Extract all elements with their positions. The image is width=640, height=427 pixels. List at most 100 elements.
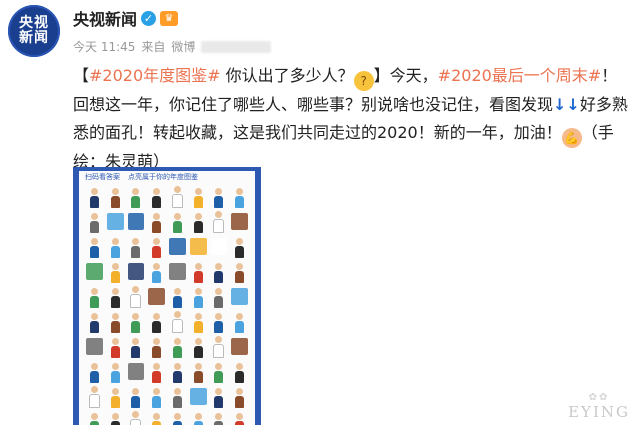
avatar-line-1: 央视 (19, 15, 49, 32)
poster-figure-icon (210, 185, 229, 208)
poster-object-icon (148, 288, 165, 305)
poster-figure-icon (230, 385, 249, 408)
poster-figure-icon (230, 360, 249, 383)
post-text: 【#2020年度图鉴# 你认出了多少人？? 】今天，#2020最后一个周末#！回想… (73, 62, 633, 176)
poster-figure-icon (147, 410, 166, 425)
poster-figure-icon (85, 235, 104, 258)
poster-figure-grid (85, 185, 249, 425)
avatar[interactable]: 央视 新闻 (8, 5, 60, 57)
poster-header: 扫码看答案 点亮属于你的年度图鉴 (79, 171, 255, 183)
poster-figure-icon (168, 360, 187, 383)
poster-figure-icon (210, 360, 229, 383)
poster-header-left: 扫码看答案 (85, 173, 120, 181)
poster-figure-icon (168, 385, 187, 408)
hashtag-last-weekend[interactable]: #2020最后一个周末# (438, 66, 602, 85)
poster-object-icon (169, 238, 186, 255)
poster-object-icon (169, 263, 186, 280)
hashtag-2020-yearbook[interactable]: #2020年度图鉴# (89, 66, 221, 85)
poster-figure-icon (230, 310, 249, 333)
poster-figure-icon (210, 310, 229, 333)
poster-figure-icon (189, 310, 208, 333)
poster-figure-icon (127, 410, 146, 425)
poster-figure-icon (85, 385, 104, 408)
post-meta: 今天 11:45 来自 微博 (73, 38, 272, 55)
poster-figure-icon (168, 285, 187, 308)
poster-figure-icon (210, 260, 229, 283)
poster-figure-icon (189, 185, 208, 208)
poster-figure-icon (210, 410, 229, 425)
poster-canvas: 扫码看答案 点亮属于你的年度图鉴 (79, 171, 255, 425)
poster-image[interactable]: 扫码看答案 点亮属于你的年度图鉴 (73, 167, 261, 425)
poster-figure-icon (147, 235, 166, 258)
post-text-1: 你认出了多少人？ (220, 66, 354, 85)
poster-figure-icon (210, 335, 229, 358)
poster-figure-icon (168, 410, 187, 425)
poster-figure-icon (127, 335, 146, 358)
poster-object-icon (189, 388, 207, 405)
poster-figure-icon (127, 235, 146, 258)
down-arrows-icon: ↓↓ (553, 95, 580, 114)
poster-figure-icon (189, 360, 208, 383)
poster-object-icon (210, 238, 228, 255)
poster-header-right: 点亮属于你的年度图鉴 (128, 173, 198, 181)
poster-object-icon (231, 213, 248, 230)
thinking-face-icon: ? (353, 71, 374, 91)
poster-figure-icon (106, 335, 125, 358)
poster-figure-icon (168, 210, 187, 233)
poster-figure-icon (106, 385, 125, 408)
poster-figure-icon (230, 185, 249, 208)
poster-object-icon (86, 338, 103, 355)
poster-figure-icon (147, 360, 166, 383)
poster-figure-icon (85, 285, 104, 308)
poster-figure-icon (127, 385, 146, 408)
verified-icon: ✓ (141, 10, 157, 26)
poster-figure-icon (147, 210, 166, 233)
poster-figure-icon (85, 210, 104, 233)
account-name-row: 央视新闻 ✓ ♛ (73, 6, 179, 30)
poster-figure-icon (230, 410, 249, 425)
poster-object-icon (127, 263, 145, 280)
post-text-2: 】今天， (373, 66, 438, 85)
avatar-line-2: 新闻 (19, 30, 49, 46)
poster-figure-icon (106, 310, 125, 333)
source-prefix: 来自 (141, 40, 166, 54)
poster-figure-icon (127, 310, 146, 333)
poster-object-icon (127, 213, 145, 230)
vip-crown-icon: ♛ (160, 10, 179, 26)
watermark-ornament-icon: ✿✿ (588, 392, 610, 403)
poster-figure-icon (189, 335, 208, 358)
poster-figure-icon (189, 210, 208, 233)
watermark: ✿✿ EYING (568, 392, 630, 421)
post-time[interactable]: 今天 11:45 (73, 38, 135, 55)
poster-figure-icon (127, 185, 146, 208)
poster-figure-icon (106, 235, 125, 258)
poster-figure-icon (147, 335, 166, 358)
poster-object-icon (231, 288, 248, 305)
open-bracket: 【 (73, 66, 90, 85)
poster-object-icon (86, 263, 103, 280)
poster-figure-icon (230, 235, 249, 258)
poster-figure-icon (210, 385, 229, 408)
poster-object-icon (106, 213, 124, 230)
poster-figure-icon (210, 210, 229, 233)
poster-figure-icon (189, 410, 208, 425)
poster-figure-icon (106, 260, 125, 283)
poster-figure-icon (189, 285, 208, 308)
poster-figure-icon (127, 285, 146, 308)
poster-figure-icon (85, 310, 104, 333)
poster-figure-icon (106, 410, 125, 425)
account-name[interactable]: 央视新闻 (73, 6, 137, 30)
poster-figure-icon (85, 185, 104, 208)
poster-figure-icon (106, 285, 125, 308)
flexed-biceps-icon: 💪 (561, 128, 582, 148)
post-source[interactable]: 微博 (171, 38, 195, 55)
poster-figure-icon (147, 185, 166, 208)
poster-figure-icon (106, 185, 125, 208)
poster-figure-icon (168, 185, 187, 208)
poster-figure-icon (189, 260, 208, 283)
poster-figure-icon (210, 285, 229, 308)
blurred-source-detail (201, 40, 272, 53)
poster-figure-icon (147, 310, 166, 333)
poster-figure-icon (147, 385, 166, 408)
poster-figure-icon (147, 260, 166, 283)
